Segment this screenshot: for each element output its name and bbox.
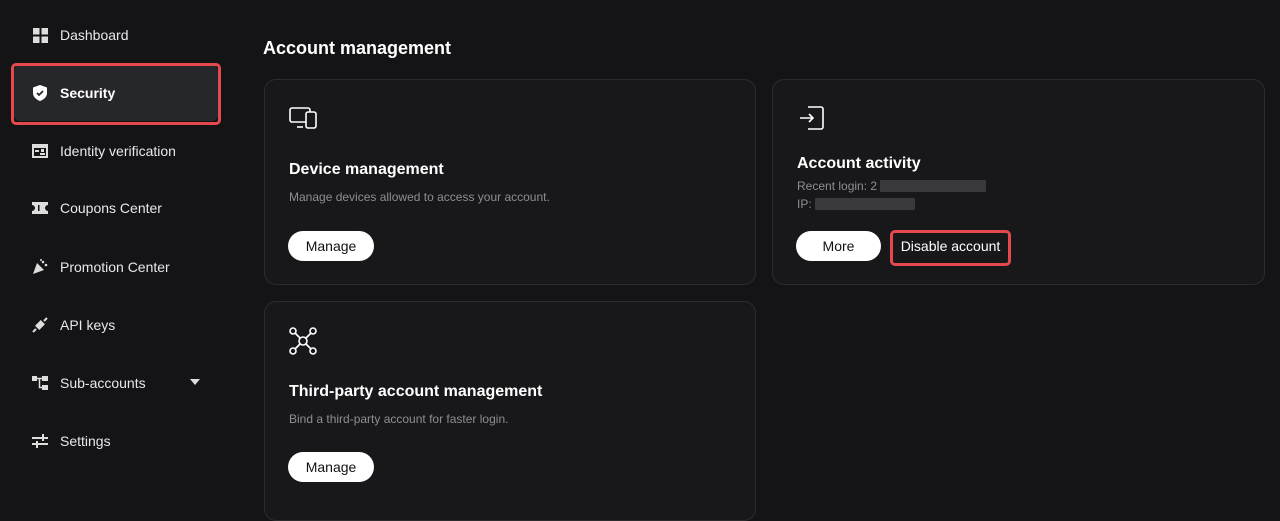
hierarchy-icon	[32, 375, 48, 391]
sidebar-item-label: Dashboard	[60, 27, 129, 43]
card-title: Device management	[289, 161, 444, 178]
shield-icon	[32, 85, 48, 101]
login-icon	[797, 105, 827, 133]
sidebar-item-coupons-center[interactable]: Coupons Center	[14, 180, 218, 236]
manage-devices-button[interactable]: Manage	[288, 231, 374, 261]
sliders-icon	[32, 433, 48, 449]
recent-login: Recent login: 2	[797, 179, 987, 193]
redacted-value	[814, 198, 915, 210]
disable-account-button[interactable]: Disable account	[893, 231, 1008, 261]
sidebar-item-api-keys[interactable]: API keys	[14, 297, 218, 353]
sidebar-item-security[interactable]: Security	[14, 65, 218, 121]
sidebar-item-label: API keys	[60, 317, 116, 333]
page-title: Account management	[263, 38, 452, 58]
more-button[interactable]: More	[796, 231, 881, 261]
card-title: Third-party account management	[289, 383, 543, 400]
chevron-down-icon[interactable]	[190, 379, 200, 385]
third-party-account-card: Third-party account management Bind a th…	[264, 301, 756, 521]
manage-third-party-button[interactable]: Manage	[288, 452, 374, 482]
party-popper-icon	[32, 259, 48, 275]
ip-label: IP:	[797, 197, 812, 211]
device-management-card: Device management Manage devices allowed…	[264, 79, 756, 285]
plug-icon	[32, 317, 48, 333]
ip-address: IP:	[797, 197, 915, 211]
sidebar-item-settings[interactable]: Settings	[14, 413, 218, 469]
sidebar-item-dashboard[interactable]: Dashboard	[14, 7, 218, 63]
account-activity-card: Account activity Recent login: 2 IP: Mor…	[772, 79, 1265, 285]
id-card-icon	[32, 143, 48, 159]
card-title: Account activity	[797, 155, 921, 172]
ticket-icon	[32, 200, 48, 216]
network-nodes-icon	[289, 327, 319, 355]
dashboard-icon	[32, 27, 48, 43]
sidebar-item-identity-verification[interactable]: Identity verification	[14, 123, 218, 179]
sidebar-item-label: Settings	[60, 433, 111, 449]
sidebar-item-promotion-center[interactable]: Promotion Center	[14, 239, 218, 295]
card-description: Bind a third-party account for faster lo…	[289, 412, 509, 426]
redacted-value	[880, 180, 987, 192]
devices-icon	[289, 105, 319, 133]
sidebar-item-label: Promotion Center	[60, 259, 170, 275]
recent-login-label: Recent login: 2	[797, 179, 878, 193]
sidebar: Dashboard Security Identity verification…	[0, 0, 240, 503]
sidebar-item-label: Coupons Center	[60, 200, 162, 216]
sidebar-item-sub-accounts[interactable]: Sub-accounts	[14, 355, 218, 411]
sidebar-item-label: Identity verification	[60, 143, 176, 159]
sidebar-item-label: Security	[60, 85, 116, 101]
card-description: Manage devices allowed to access your ac…	[289, 190, 550, 204]
sidebar-item-label: Sub-accounts	[60, 375, 146, 391]
